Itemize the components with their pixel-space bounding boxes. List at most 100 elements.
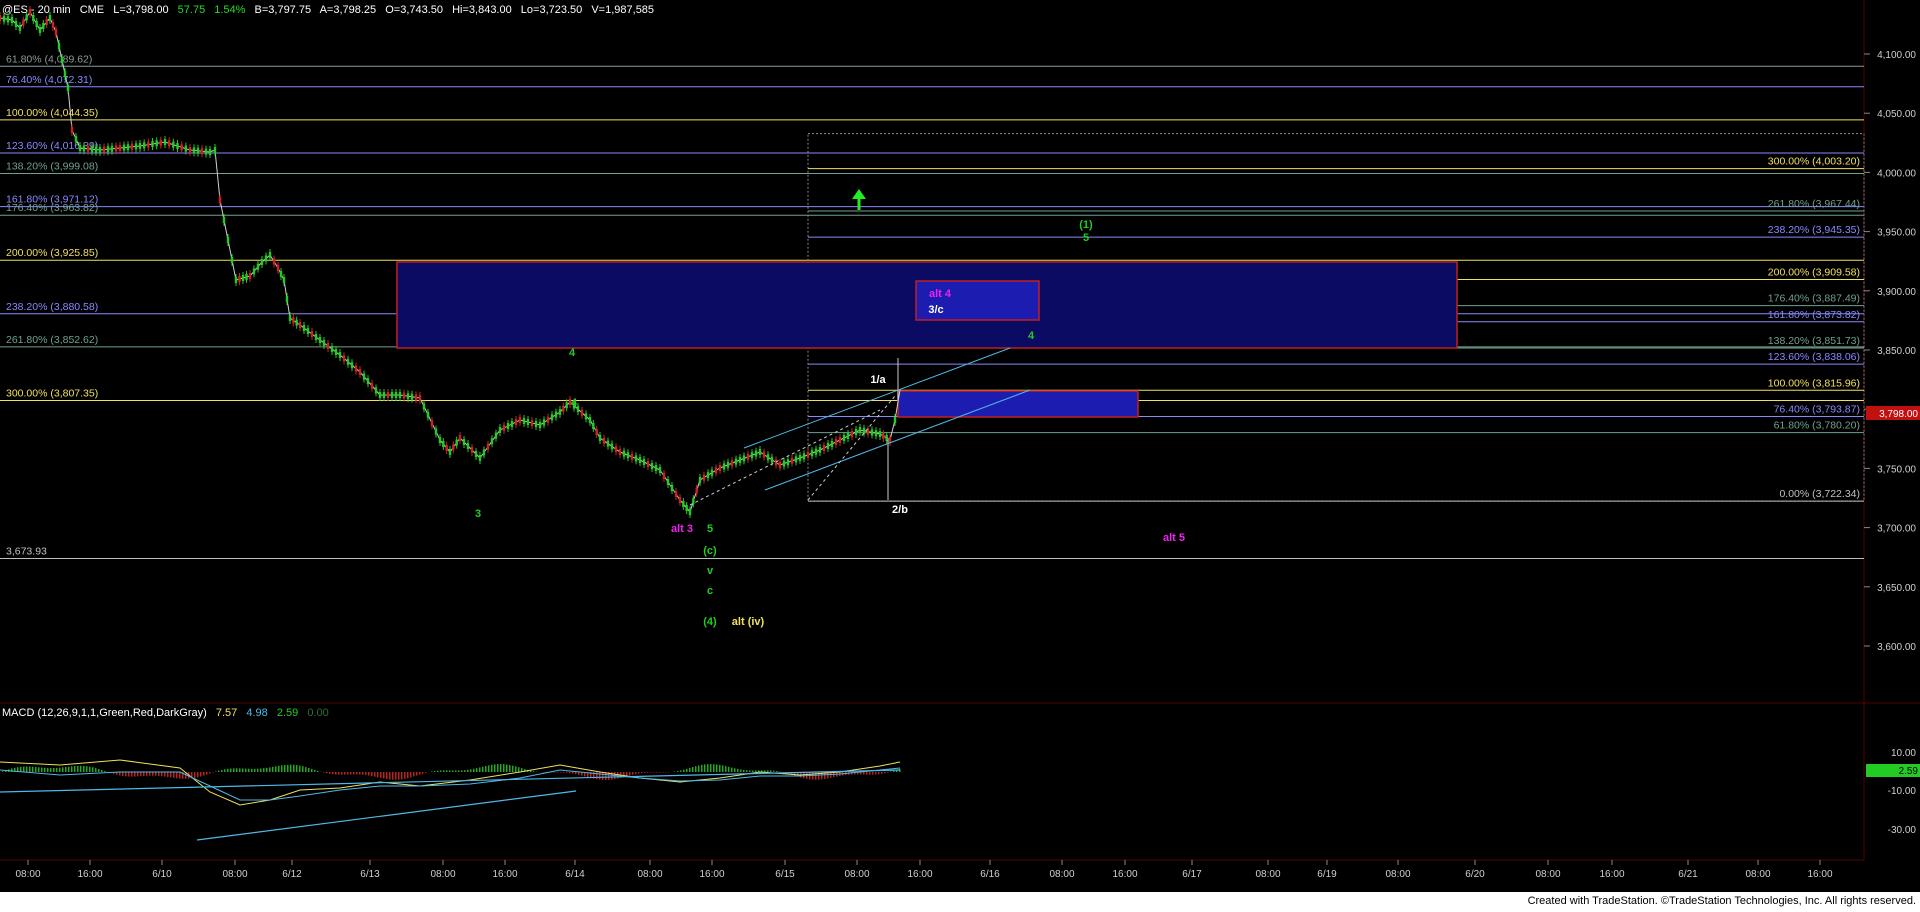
- macd-bar: [680, 770, 682, 772]
- macd-value-macd: 7.57: [216, 707, 237, 719]
- candle-body: [322, 340, 326, 346]
- candle-body: [658, 467, 662, 473]
- macd-bar: [716, 764, 718, 772]
- macd-bar: [695, 766, 697, 772]
- candle-body: [82, 145, 86, 152]
- macd-bar: [443, 770, 445, 772]
- macd-line: [0, 759, 901, 806]
- candle-body: [878, 431, 882, 437]
- macd-bar: [254, 768, 256, 772]
- macd-bar: [773, 770, 775, 772]
- left-fib-label: 261.80% (3,852.62): [6, 334, 98, 346]
- time-tick-label: 16:00: [77, 869, 102, 880]
- right-fib-label: 61.80% (3,780.20): [1774, 420, 1860, 432]
- candle-body: [188, 147, 192, 153]
- macd-bar: [728, 766, 730, 772]
- macd-bar: [206, 772, 208, 775]
- price-chart[interactable]: @ES - 20 min CME L=3,798.00 57.75 1.54% …: [0, 0, 1920, 892]
- candle-body: [126, 144, 130, 151]
- candle-body: [94, 146, 98, 153]
- macd-bar: [650, 772, 652, 773]
- candle-body: [882, 433, 885, 439]
- candle-body: [614, 446, 618, 453]
- macd-bar: [878, 772, 880, 775]
- price-tick-label: 3,600.00: [1877, 642, 1916, 653]
- macd-bar: [371, 772, 373, 777]
- macd-value-signal: 4.98: [246, 707, 267, 719]
- macd-bar: [641, 772, 643, 774]
- macd-bar: [869, 772, 871, 775]
- macd-bar: [713, 764, 715, 772]
- candle-body: [51, 22, 55, 28]
- candle-body: [78, 145, 82, 151]
- macd-bar: [677, 771, 679, 772]
- candle-body: [642, 459, 646, 465]
- header-exchange: CME: [80, 4, 104, 16]
- candle-body: [854, 429, 858, 435]
- candle-body: [490, 438, 494, 445]
- candle-body: [842, 435, 846, 441]
- candle-body: [241, 275, 245, 281]
- macd-bar: [137, 772, 139, 777]
- wave-label: c: [707, 585, 713, 597]
- time-tick-label: 6/17: [1182, 869, 1202, 880]
- candle-body: [422, 403, 426, 410]
- candle-body: [114, 145, 118, 152]
- candle-body: [522, 418, 526, 424]
- right-fib-label: 176.40% (3,887.49): [1768, 293, 1860, 305]
- candle-body: [402, 392, 406, 399]
- macd-bar: [656, 772, 658, 773]
- time-tick-label: 08:00: [1745, 869, 1770, 880]
- macd-bar: [374, 772, 376, 777]
- macd-bar: [362, 772, 364, 775]
- candle-body: [196, 147, 200, 154]
- macd-bar: [179, 772, 181, 779]
- wave-label: 3/c: [928, 304, 943, 316]
- candle-body: [42, 23, 45, 29]
- macd-bar: [767, 770, 769, 772]
- candle-body: [514, 419, 518, 425]
- candle-body: [306, 328, 310, 334]
- candle-body: [470, 447, 474, 453]
- time-tick-label: 08:00: [1255, 869, 1280, 880]
- left-fib-label: 138.20% (3,999.08): [6, 160, 98, 172]
- left-fib-label: 200.00% (3,925.85): [6, 247, 98, 259]
- candle-body: [218, 197, 222, 203]
- macd-bar: [467, 769, 469, 772]
- candle-body: [326, 343, 330, 349]
- macd-bar: [863, 772, 865, 775]
- macd-bar: [452, 770, 454, 772]
- macd-bar: [449, 770, 451, 772]
- macd-bar: [338, 772, 340, 775]
- time-tick-label: 6/15: [775, 869, 795, 880]
- candle-body: [151, 141, 154, 147]
- candle-body: [762, 451, 766, 458]
- macd-bar: [434, 771, 436, 772]
- macd-bar: [506, 764, 508, 772]
- macd-bar: [437, 770, 439, 772]
- candle-body: [279, 271, 283, 277]
- candle-body: [10, 17, 14, 23]
- macd-bar: [404, 772, 406, 779]
- macd-bar: [86, 766, 88, 772]
- candle-body: [2, 15, 6, 22]
- candle-body: [458, 435, 462, 441]
- candle-body: [38, 27, 42, 33]
- macd-bar: [77, 765, 79, 772]
- wave-label: 4: [569, 347, 576, 359]
- macd-bar: [476, 768, 478, 772]
- candle-body: [147, 141, 150, 148]
- candle-body: [45, 19, 48, 25]
- candle-body: [90, 146, 94, 153]
- candle-body: [518, 417, 522, 423]
- candle-body: [370, 382, 374, 389]
- candle-body: [54, 29, 58, 35]
- macd-bar: [248, 768, 250, 772]
- macd-bar: [170, 772, 172, 778]
- candle-body: [66, 85, 70, 91]
- macd-bar: [161, 772, 163, 777]
- candle-body: [478, 455, 482, 461]
- macd-bar: [872, 772, 874, 775]
- candle-body: [28, 9, 32, 15]
- price-tick-label: 4,050.00: [1877, 109, 1916, 120]
